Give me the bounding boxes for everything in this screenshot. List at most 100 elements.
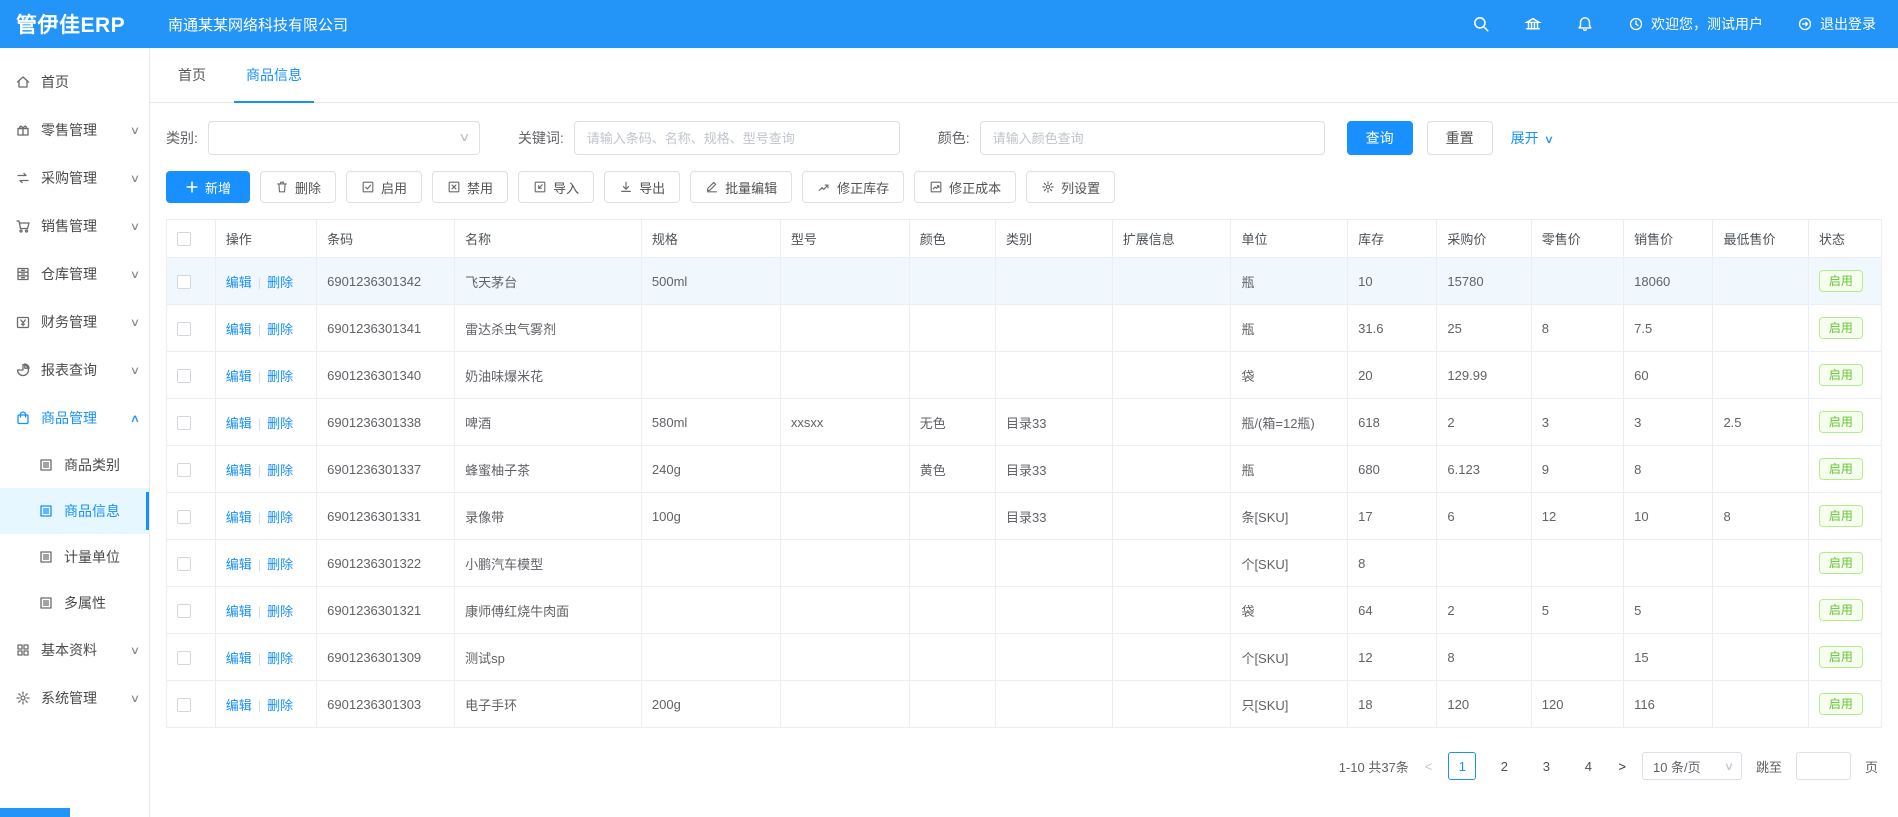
edit-link[interactable]: 编辑 <box>226 416 252 431</box>
sidebar-item-system[interactable]: 系统管理∨ <box>0 674 149 722</box>
delete-link[interactable]: 删除 <box>267 557 293 572</box>
delete-link[interactable]: 删除 <box>267 416 293 431</box>
jump-input[interactable] <box>1796 752 1851 780</box>
edit-link[interactable]: 编辑 <box>226 322 252 337</box>
sidebar-item-product-info[interactable]: 商品信息 <box>0 488 149 534</box>
row-checkbox[interactable] <box>177 369 191 383</box>
delete-link[interactable]: 删除 <box>267 463 293 478</box>
app-root: 管伊佳ERP 南通某某网络科技有限公司 欢迎您，测试用户 <box>0 0 1898 817</box>
sidebar-item-reports[interactable]: 报表查询∨ <box>0 346 149 394</box>
delete-link[interactable]: 删除 <box>267 275 293 290</box>
table-row: 编辑|删除6901236301341雷达杀虫气雾剂瓶31.62587.5启用 <box>167 305 1882 352</box>
page-number-4[interactable]: 4 <box>1574 752 1602 780</box>
sidebar-collapse-strip[interactable] <box>0 808 70 817</box>
row-checkbox[interactable] <box>177 651 191 665</box>
search-icon[interactable] <box>1472 15 1490 33</box>
import-button[interactable]: 导入 <box>518 171 594 203</box>
delete-link[interactable]: 删除 <box>267 322 293 337</box>
table-cell <box>1713 634 1808 681</box>
row-checkbox[interactable] <box>177 698 191 712</box>
status-badge: 启用 <box>1819 646 1863 668</box>
sidebar-item-warehouse[interactable]: 仓库管理∨ <box>0 250 149 298</box>
bell-icon[interactable] <box>1576 15 1594 33</box>
keyword-label: 关键词: <box>518 128 564 148</box>
page-size-select[interactable]: 10 条/页∨ <box>1642 752 1742 780</box>
sidebar-item-sales[interactable]: 销售管理∨ <box>0 202 149 250</box>
archive-icon <box>15 266 31 282</box>
sidebar-item-attributes[interactable]: 多属性 <box>0 580 149 626</box>
table-cell <box>909 681 995 728</box>
table-row: 编辑|删除6901236301321康师傅红烧牛肉面袋64255启用 <box>167 587 1882 634</box>
sidebar-item-label: 商品管理 <box>41 408 97 428</box>
fix-cost-button[interactable]: 修正成本 <box>914 171 1016 203</box>
app-logo[interactable]: 管伊佳ERP <box>0 9 150 39</box>
edit-link[interactable]: 编辑 <box>226 604 252 619</box>
disable-button[interactable]: 禁用 <box>432 171 508 203</box>
row-checkbox[interactable] <box>177 604 191 618</box>
select-all-checkbox[interactable] <box>177 232 191 246</box>
category-select[interactable]: ∨ <box>208 121 480 155</box>
table-cell: 啤酒 <box>455 399 642 446</box>
page-number-3[interactable]: 3 <box>1532 752 1560 780</box>
edit-link[interactable]: 编辑 <box>226 463 252 478</box>
sidebar-item-purchase[interactable]: 采购管理∨ <box>0 154 149 202</box>
tab-home[interactable]: 首页 <box>162 48 222 102</box>
delete-button[interactable]: 删除 <box>260 171 336 203</box>
add-button[interactable]: 新增 <box>166 171 250 203</box>
sidebar-item-home[interactable]: 首页 <box>0 58 149 106</box>
reset-button[interactable]: 重置 <box>1427 121 1493 155</box>
page-number-1[interactable]: 1 <box>1448 752 1476 780</box>
fix-stock-button[interactable]: 修正库存 <box>802 171 904 203</box>
row-checkbox[interactable] <box>177 416 191 430</box>
edit-link[interactable]: 编辑 <box>226 557 252 572</box>
sidebar-item-product[interactable]: 商品管理∧ <box>0 394 149 442</box>
next-page-button[interactable]: > <box>1616 759 1628 774</box>
prev-page-button[interactable]: < <box>1423 759 1435 774</box>
table-cell <box>909 305 995 352</box>
button-label: 删除 <box>295 178 321 197</box>
batch-edit-button[interactable]: 批量编辑 <box>690 171 792 203</box>
row-checkbox[interactable] <box>177 463 191 477</box>
edit-link[interactable]: 编辑 <box>226 510 252 525</box>
bank-icon[interactable] <box>1524 15 1542 33</box>
sidebar-item-unit[interactable]: 计量单位 <box>0 534 149 580</box>
welcome-user[interactable]: 欢迎您，测试用户 <box>1628 14 1763 34</box>
table-cell: 目录33 <box>996 493 1113 540</box>
tab-product-info[interactable]: 商品信息 <box>230 48 318 102</box>
page-size-value: 10 条/页 <box>1653 757 1701 776</box>
sidebar-item-product-category[interactable]: 商品类别 <box>0 442 149 488</box>
row-checkbox[interactable] <box>177 557 191 571</box>
delete-link[interactable]: 删除 <box>267 510 293 525</box>
bag-icon <box>15 410 31 426</box>
table-cell: 6901236301341 <box>317 305 455 352</box>
delete-link[interactable]: 删除 <box>267 698 293 713</box>
sidebar-item-finance[interactable]: 财务管理∨ <box>0 298 149 346</box>
edit-link[interactable]: 编辑 <box>226 698 252 713</box>
keyword-input[interactable] <box>574 121 900 155</box>
edit-link[interactable]: 编辑 <box>226 369 252 384</box>
sidebar-item-retail[interactable]: 零售管理∨ <box>0 106 149 154</box>
delete-link[interactable]: 删除 <box>267 604 293 619</box>
table-cell: 6901236301338 <box>317 399 455 446</box>
delete-link[interactable]: 删除 <box>267 369 293 384</box>
row-checkbox[interactable] <box>177 275 191 289</box>
search-button[interactable]: 查询 <box>1347 121 1413 155</box>
expand-link[interactable]: 展开 ∨ <box>1511 128 1553 148</box>
delete-link[interactable]: 删除 <box>267 651 293 666</box>
logout-button[interactable]: 退出登录 <box>1797 14 1876 34</box>
row-checkbox[interactable] <box>177 510 191 524</box>
page-number-2[interactable]: 2 <box>1490 752 1518 780</box>
row-checkbox[interactable] <box>177 322 191 336</box>
sidebar-item-basic-data[interactable]: 基本资料∨ <box>0 626 149 674</box>
column-settings-button[interactable]: 列设置 <box>1026 171 1115 203</box>
export-button[interactable]: 导出 <box>604 171 680 203</box>
color-input[interactable] <box>980 121 1325 155</box>
edit-link[interactable]: 编辑 <box>226 651 252 666</box>
table-cell: 小鹏汽车模型 <box>455 540 642 587</box>
button-label: 修正成本 <box>949 178 1001 197</box>
edit-link[interactable]: 编辑 <box>226 275 252 290</box>
enable-button[interactable]: 启用 <box>346 171 422 203</box>
chevron-down-icon: ∨ <box>130 268 140 281</box>
table-cell: 100g <box>641 493 780 540</box>
column-header: 名称 <box>455 220 642 258</box>
